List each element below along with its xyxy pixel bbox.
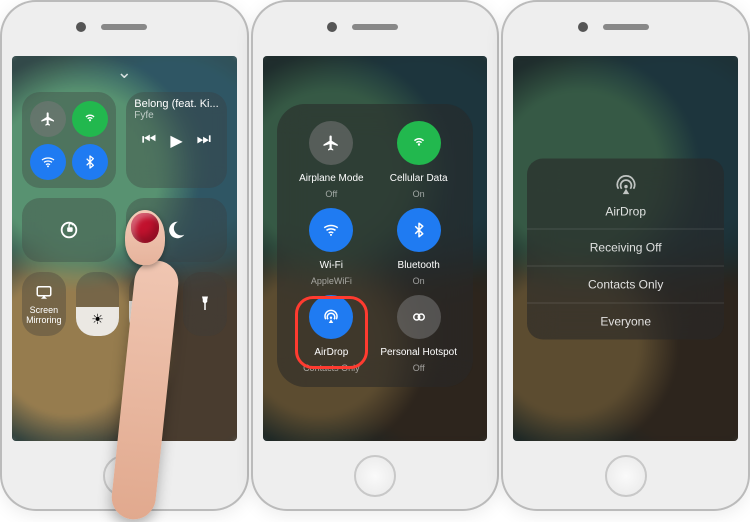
prev-track-button[interactable]: ⏮ xyxy=(142,131,156,151)
hotspot-icon xyxy=(410,308,428,326)
airplane-mode-toggle[interactable] xyxy=(30,101,66,137)
screen: Airplane Mode Off Cellular Data On Wi-Fi… xyxy=(263,56,488,441)
bluetooth-toggle[interactable] xyxy=(72,144,108,180)
airdrop-options-sheet: AirDrop Receiving Off Contacts Only Ever… xyxy=(527,158,724,339)
airplane-icon xyxy=(40,111,56,127)
orientation-lock-icon xyxy=(58,219,80,241)
flashlight-icon xyxy=(196,295,214,313)
sheet-title: AirDrop xyxy=(605,204,646,218)
track-title: Belong (feat. Ki... xyxy=(134,98,218,110)
track-artist: Fyfe xyxy=(134,110,153,121)
brightness-slider[interactable]: ☀ xyxy=(76,272,120,336)
home-button[interactable] xyxy=(354,455,396,497)
wifi-toggle[interactable] xyxy=(30,144,66,180)
connectivity-tile[interactable] xyxy=(22,92,116,188)
do-not-disturb-tile[interactable] xyxy=(126,198,226,262)
cellular-data-toggle[interactable] xyxy=(72,101,108,137)
speaker-icon: 🔊 xyxy=(142,311,159,328)
now-playing-tile[interactable]: Belong (feat. Ki... Fyfe ⏮ ▶ ⏭ xyxy=(126,92,226,188)
volume-slider[interactable]: 🔊 xyxy=(129,272,173,336)
antenna-icon xyxy=(82,111,98,127)
phone-step-3: AirDrop Receiving Off Contacts Only Ever… xyxy=(501,0,750,511)
wifi-icon xyxy=(40,154,56,170)
phone-step-2: Airplane Mode Off Cellular Data On Wi-Fi… xyxy=(251,0,500,511)
bluetooth-icon xyxy=(410,221,428,239)
airplane-mode-item[interactable]: Airplane Mode Off xyxy=(291,118,372,199)
option-contacts-only[interactable]: Contacts Only xyxy=(527,265,724,302)
option-everyone[interactable]: Everyone xyxy=(527,302,724,339)
screen-mirroring-icon xyxy=(35,283,53,301)
airdrop-icon xyxy=(613,172,639,198)
moon-icon xyxy=(165,219,187,241)
orientation-lock-tile[interactable] xyxy=(22,198,116,262)
airdrop-item[interactable]: AirDrop Contacts Only xyxy=(291,292,372,373)
connectivity-expanded-panel: Airplane Mode Off Cellular Data On Wi-Fi… xyxy=(277,104,474,387)
airdrop-icon xyxy=(322,308,340,326)
flashlight-tile[interactable] xyxy=(183,272,227,336)
wifi-icon xyxy=(322,221,340,239)
next-track-button[interactable]: ⏭ xyxy=(197,131,211,151)
home-button[interactable] xyxy=(103,455,145,497)
screen-mirroring-label: Screen Mirroring xyxy=(22,305,66,325)
option-receiving-off[interactable]: Receiving Off xyxy=(527,228,724,265)
phone-step-1: ⌄ Belong (feat. Ki... Fyfe xyxy=(0,0,249,511)
play-button[interactable]: ▶ xyxy=(170,131,182,151)
sun-icon: ☀ xyxy=(91,311,104,328)
airplane-icon xyxy=(322,134,340,152)
antenna-icon xyxy=(410,134,428,152)
personal-hotspot-item[interactable]: Personal Hotspot Off xyxy=(378,292,459,373)
screen: AirDrop Receiving Off Contacts Only Ever… xyxy=(513,56,738,441)
cellular-data-item[interactable]: Cellular Data On xyxy=(378,118,459,199)
screen: ⌄ Belong (feat. Ki... Fyfe xyxy=(12,56,237,441)
chevron-down-icon[interactable]: ⌄ xyxy=(117,62,132,83)
home-button[interactable] xyxy=(605,455,647,497)
bluetooth-icon xyxy=(82,154,98,170)
bluetooth-item[interactable]: Bluetooth On xyxy=(378,205,459,286)
wifi-item[interactable]: Wi-Fi AppleWiFi xyxy=(291,205,372,286)
screen-mirroring-tile[interactable]: Screen Mirroring xyxy=(22,272,66,336)
